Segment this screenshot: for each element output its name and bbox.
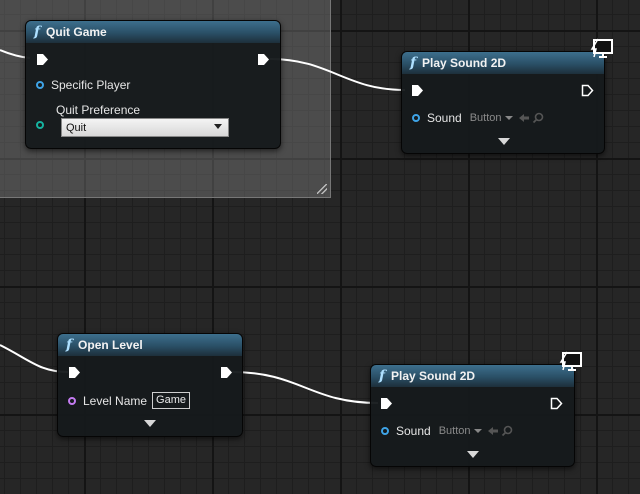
play-sound-2d-node-bottom[interactable]: f Play Sound 2D Sound Button	[370, 364, 575, 467]
arrow-left-icon[interactable]	[487, 426, 499, 436]
quit-preference-label: Quit Preference	[56, 103, 141, 117]
object-pin-icon[interactable]	[412, 114, 420, 122]
chevron-down-icon	[214, 124, 222, 129]
sound-asset-picker[interactable]: Button	[470, 112, 544, 124]
pin-label: Sound	[427, 111, 462, 125]
chevron-down-icon	[504, 116, 513, 120]
pin-label: Level Name	[83, 393, 148, 408]
sound-pin[interactable]: Sound Button	[412, 111, 544, 125]
function-icon: f	[66, 337, 73, 353]
play-sound-2d-node-top[interactable]: f Play Sound 2D Sound Button	[401, 51, 605, 154]
play-sound-header[interactable]: f Play Sound 2D	[371, 365, 574, 387]
node-title: Open Level	[78, 338, 143, 352]
arrow-left-icon[interactable]	[518, 113, 530, 123]
function-icon: f	[379, 368, 386, 384]
specific-player-pin[interactable]: Specific Player	[36, 78, 130, 92]
open-level-header[interactable]: f Open Level	[58, 334, 242, 356]
monitor-icon	[559, 351, 582, 371]
monitor-icon	[590, 38, 613, 58]
pin-label: Sound	[396, 424, 431, 438]
expand-arrow-icon[interactable]	[467, 451, 479, 458]
quit-game-node[interactable]: f Quit Game Specific Player Quit Prefere…	[25, 20, 281, 149]
level-name-pin[interactable]: Level Name Game	[68, 392, 190, 409]
node-title: Play Sound 2D	[422, 56, 507, 70]
exec-wire-quit-to-playsound	[269, 58, 406, 91]
play-sound-header[interactable]: f Play Sound 2D	[402, 52, 604, 74]
pin-label: Specific Player	[51, 78, 131, 92]
expand-arrow-icon[interactable]	[144, 420, 156, 427]
object-pin-icon[interactable]	[36, 81, 44, 89]
function-icon: f	[410, 55, 417, 71]
name-pin-icon[interactable]	[68, 396, 76, 405]
magnifier-icon[interactable]	[501, 425, 513, 437]
node-title: Play Sound 2D	[391, 369, 476, 383]
sound-asset-picker[interactable]: Button	[439, 425, 513, 437]
node-title: Quit Game	[46, 25, 107, 39]
enum-pin-icon[interactable]	[36, 121, 44, 129]
quit-preference-pin[interactable]	[36, 121, 51, 129]
sound-pin[interactable]: Sound Button	[381, 424, 513, 438]
magnifier-icon[interactable]	[532, 112, 544, 124]
function-icon: f	[34, 24, 41, 40]
quit-preference-dropdown[interactable]: Quit	[61, 118, 229, 137]
quit-game-header[interactable]: f Quit Game	[26, 21, 280, 43]
chevron-down-icon	[473, 429, 482, 433]
expand-arrow-icon[interactable]	[498, 138, 510, 145]
open-level-node[interactable]: f Open Level Level Name Game	[57, 333, 243, 437]
level-name-input[interactable]: Game	[152, 392, 190, 409]
object-pin-icon[interactable]	[381, 427, 389, 435]
exec-wire-openlevel-to-playsound	[231, 371, 379, 404]
